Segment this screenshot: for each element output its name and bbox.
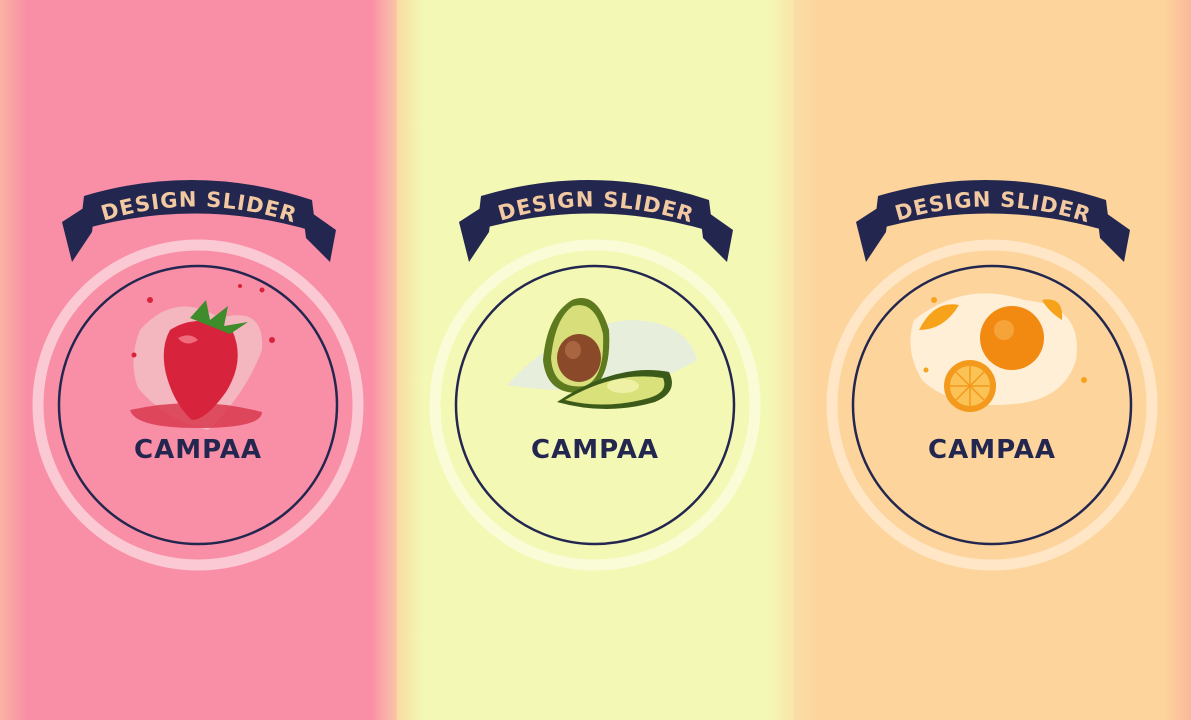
slide-orange[interactable]: DESIGN SLIDER CAMPAA [794,0,1191,720]
campaa-badge: DESIGN SLIDER CAMPAA [429,179,761,571]
brand-logo: CAMPAA [531,435,659,465]
orange-icon [910,293,1087,412]
strawberry-icon [130,284,275,430]
brand-logo: CAMPAA [928,435,1056,465]
slide-avocado[interactable]: DESIGN SLIDER CAMPAA [397,0,794,720]
slide-strawberry[interactable]: DESIGN SLIDER CAMPAA [0,0,397,720]
campaa-badge: DESIGN SLIDER CAMPAA [826,179,1158,571]
brand-logo: CAMPAA [134,435,262,465]
avocado-icon [507,298,697,409]
campaa-badge: DESIGN SLIDER CAMPAA [32,179,364,571]
outer-ring [826,239,1158,571]
